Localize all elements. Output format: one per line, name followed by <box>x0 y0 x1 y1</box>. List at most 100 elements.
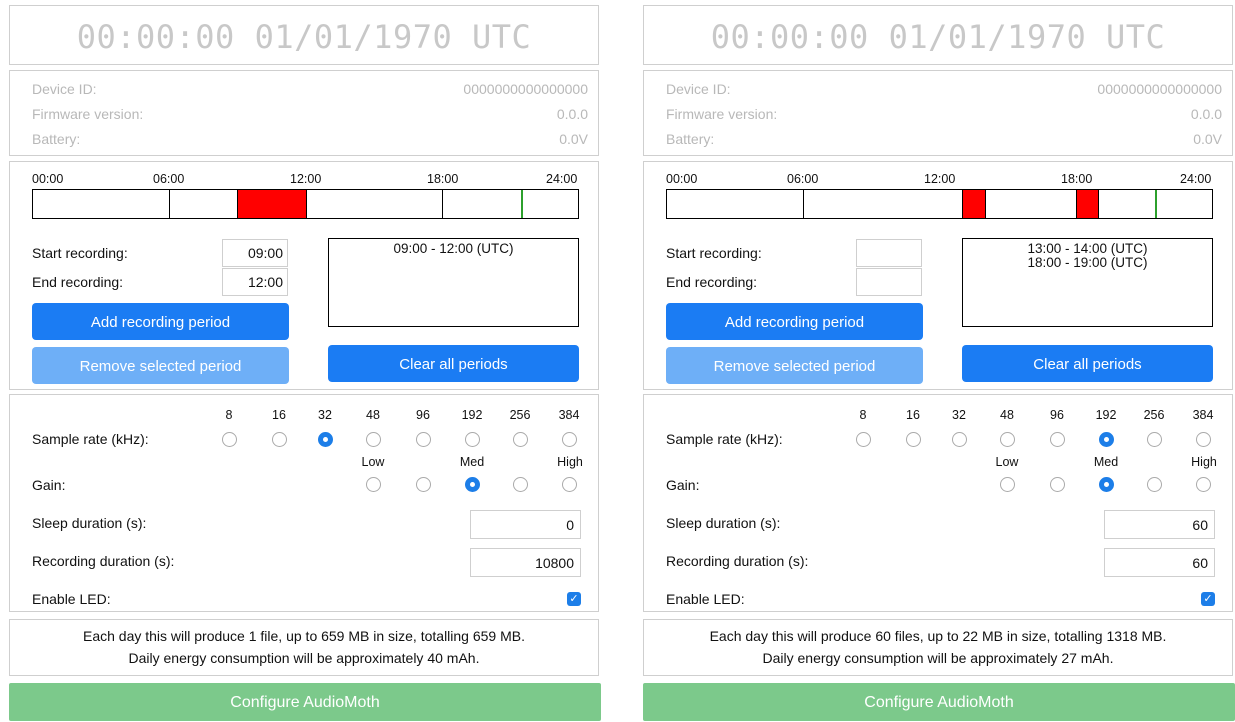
gain-radio-med[interactable] <box>1099 477 1114 492</box>
sample-rate-radio-32[interactable] <box>318 432 333 447</box>
clock-time: 00:00:00 01/01/1970 UTC <box>710 18 1166 56</box>
checkmark-icon: ✓ <box>1203 593 1213 605</box>
device-id-value: 0000000000000000 <box>463 81 588 97</box>
device-id-label: Device ID: <box>32 81 97 97</box>
sleep-duration-input[interactable]: 60 <box>1104 510 1215 539</box>
battery-label: Battery: <box>666 131 715 147</box>
sample-rate-label: 192 <box>461 408 483 422</box>
sample-rate-label: 192 <box>1095 408 1117 422</box>
sample-rate-radio-192[interactable] <box>1099 432 1114 447</box>
timeline-label-12: 12:00 <box>290 172 322 186</box>
sample-rate-radio-8[interactable] <box>856 432 871 447</box>
gain-radio-med-high[interactable] <box>1147 477 1162 492</box>
gain-label-high: High <box>1191 455 1217 469</box>
sample-rate-radio-32[interactable] <box>952 432 967 447</box>
recording-duration-input[interactable]: 10800 <box>470 548 581 577</box>
clear-periods-button[interactable]: Clear all periods <box>962 345 1213 382</box>
sample-rate-label: 32 <box>952 408 966 422</box>
timeline-labels: 00:00 06:00 12:00 18:00 24:00 <box>32 172 580 188</box>
sample-rate-label: 8 <box>859 408 867 422</box>
sample-rate-radio-256[interactable] <box>513 432 528 447</box>
remove-period-button[interactable]: Remove selected period <box>32 347 289 384</box>
checkmark-icon: ✓ <box>569 593 579 605</box>
timeline-tick <box>962 190 964 218</box>
sample-rate-label: 96 <box>416 408 430 422</box>
sample-rate-row-label: Sample rate (kHz): <box>666 431 783 447</box>
firmware-label: Firmware version: <box>32 106 144 122</box>
gain-radio-med[interactable] <box>465 477 480 492</box>
gain-radio-low[interactable] <box>366 477 381 492</box>
timeline-label-24: 24:00 <box>546 172 578 186</box>
period-list-item[interactable]: 18:00 - 19:00 (UTC) <box>963 256 1212 270</box>
device-info: Device ID: 0000000000000000 Firmware ver… <box>9 70 599 156</box>
battery-row: Battery: 0.0V <box>32 131 588 149</box>
recording-period-block <box>1075 190 1099 218</box>
end-recording-label: End recording: <box>32 274 124 290</box>
timeline-bar[interactable] <box>32 189 579 219</box>
battery-value: 0.0V <box>1193 131 1222 147</box>
gain-label-low: Low <box>361 455 385 469</box>
device-id-label: Device ID: <box>666 81 731 97</box>
sleep-duration-input[interactable]: 0 <box>470 510 581 539</box>
timeline-tick <box>169 190 171 218</box>
end-time-input[interactable]: 12:00 <box>222 268 288 296</box>
timeline-label-18: 18:00 <box>1061 172 1093 186</box>
add-period-button[interactable]: Add recording period <box>666 303 923 340</box>
gain-radio-low-med[interactable] <box>416 477 431 492</box>
device-id-value: 0000000000000000 <box>1097 81 1222 97</box>
sample-rate-label: 16 <box>906 408 920 422</box>
start-time-input[interactable] <box>856 239 922 267</box>
gain-row-label: Gain: <box>32 477 66 493</box>
period-list[interactable]: 09:00 - 12:00 (UTC) <box>328 238 579 327</box>
sample-rate-radio-16[interactable] <box>272 432 287 447</box>
sample-rate-radio-384[interactable] <box>562 432 577 447</box>
gain-radio-med-high[interactable] <box>513 477 528 492</box>
gain-radio-high[interactable] <box>1196 477 1211 492</box>
configure-audiomoth-button[interactable]: Configure AudioMoth <box>9 683 601 721</box>
gain-label-med: Med <box>1093 455 1119 469</box>
gain-radio-high[interactable] <box>562 477 577 492</box>
period-list[interactable]: 13:00 - 14:00 (UTC) 18:00 - 19:00 (UTC) <box>962 238 1213 327</box>
timeline-label-18: 18:00 <box>427 172 459 186</box>
sample-rate-radio-96[interactable] <box>1050 432 1065 447</box>
sample-rate-radio-48[interactable] <box>366 432 381 447</box>
recording-duration-label: Recording duration (s): <box>666 553 809 569</box>
enable-led-checkbox[interactable]: ✓ <box>1201 592 1215 606</box>
sample-rate-label: 384 <box>1192 408 1214 422</box>
recording-duration-input[interactable]: 60 <box>1104 548 1215 577</box>
gain-radio-low-med[interactable] <box>1050 477 1065 492</box>
sample-rate-label: 96 <box>1050 408 1064 422</box>
timeline-tick <box>237 190 239 218</box>
period-list-item[interactable]: 09:00 - 12:00 (UTC) <box>329 242 578 256</box>
end-recording-label: End recording: <box>666 274 758 290</box>
gain-labels: Low Med High <box>644 455 1234 471</box>
timeline-bar[interactable] <box>666 189 1213 219</box>
sample-rate-radio-96[interactable] <box>416 432 431 447</box>
gain-radio-low[interactable] <box>1000 477 1015 492</box>
clear-periods-button[interactable]: Clear all periods <box>328 345 579 382</box>
settings-section: 8 16 32 48 96 192 256 384 Sample rate (k… <box>643 394 1233 612</box>
timeline-tick <box>803 190 805 218</box>
settings-section: 8 16 32 48 96 192 256 384 Sample rate (k… <box>9 394 599 612</box>
enable-led-checkbox[interactable]: ✓ <box>567 592 581 606</box>
start-time-input[interactable]: 09:00 <box>222 239 288 267</box>
summary-files-text: Each day this will produce 60 files, up … <box>709 628 1167 644</box>
sample-rate-radio-16[interactable] <box>906 432 921 447</box>
sample-rate-radio-48[interactable] <box>1000 432 1015 447</box>
configure-audiomoth-button[interactable]: Configure AudioMoth <box>643 683 1235 721</box>
sample-rate-radio-192[interactable] <box>465 432 480 447</box>
summary-box: Each day this will produce 60 files, up … <box>643 619 1233 676</box>
end-time-input[interactable] <box>856 268 922 296</box>
gain-label-low: Low <box>995 455 1019 469</box>
sample-rate-radio-384[interactable] <box>1196 432 1211 447</box>
timeline-label-24: 24:00 <box>1180 172 1212 186</box>
sample-rate-radio-256[interactable] <box>1147 432 1162 447</box>
period-list-item[interactable]: 13:00 - 14:00 (UTC) <box>963 242 1212 256</box>
enable-led-label: Enable LED: <box>666 591 745 607</box>
recording-duration-label: Recording duration (s): <box>32 553 175 569</box>
sample-rate-radio-8[interactable] <box>222 432 237 447</box>
firmware-value: 0.0.0 <box>1190 106 1222 122</box>
schedule-section: 00:00 06:00 12:00 18:00 24:00 Start reco… <box>643 161 1233 390</box>
remove-period-button[interactable]: Remove selected period <box>666 347 923 384</box>
add-period-button[interactable]: Add recording period <box>32 303 289 340</box>
